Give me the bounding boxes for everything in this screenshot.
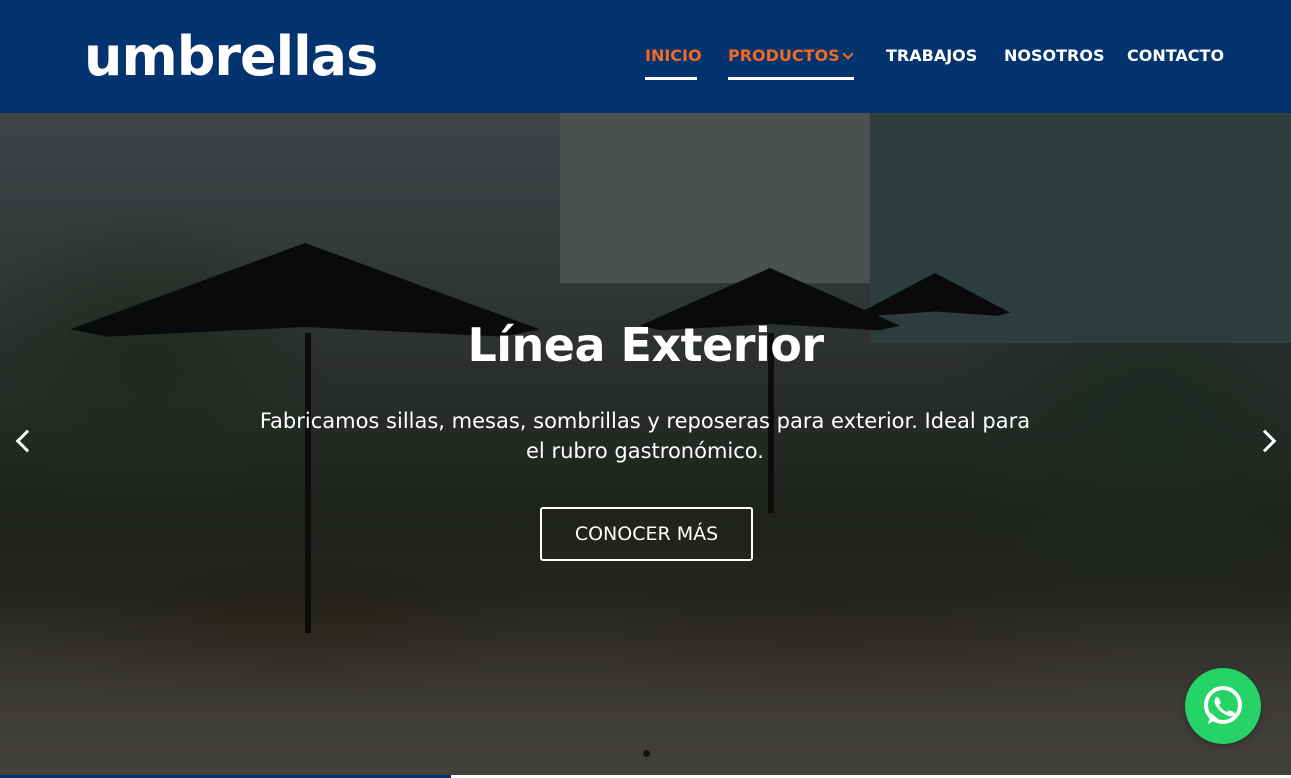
hover-underline: [728, 77, 854, 80]
chevron-down-icon[interactable]: [842, 48, 854, 60]
slider-dot[interactable]: [643, 750, 650, 757]
whatsapp-button[interactable]: [1185, 668, 1261, 744]
learn-more-button[interactable]: CONOCER MÁS: [540, 507, 753, 561]
nav-item-nosotros[interactable]: NOSOTROS: [1004, 46, 1104, 80]
nav-item-label: PRODUCTOS: [728, 46, 840, 65]
hero-title: Línea Exterior: [467, 318, 824, 372]
nav-item-label: TRABAJOS: [886, 46, 978, 65]
nav-item-inicio[interactable]: INICIO: [645, 46, 702, 80]
main-nav: INICIO PRODUCTOS TRABAJOS NOSOTROS CONTA…: [0, 0, 1291, 113]
hero-slider: Línea Exterior Fabricamos sillas, mesas,…: [0, 113, 1291, 775]
nav-item-trabajos[interactable]: TRABAJOS: [886, 46, 977, 80]
whatsapp-icon: [1204, 686, 1242, 724]
nav-item-label: CONTACTO: [1127, 46, 1225, 65]
site-header: umbrellas INICIO PRODUCTOS TRABAJOS NOSO…: [0, 0, 1291, 113]
hero-subtitle: Fabricamos sillas, mesas, sombrillas y r…: [259, 409, 1031, 463]
active-underline: [645, 77, 697, 80]
nav-item-contacto[interactable]: CONTACTO: [1127, 46, 1224, 80]
nav-item-label: NOSOTROS: [1004, 46, 1105, 65]
nav-item-productos[interactable]: PRODUCTOS: [728, 46, 854, 80]
nav-item-label: INICIO: [645, 46, 702, 65]
